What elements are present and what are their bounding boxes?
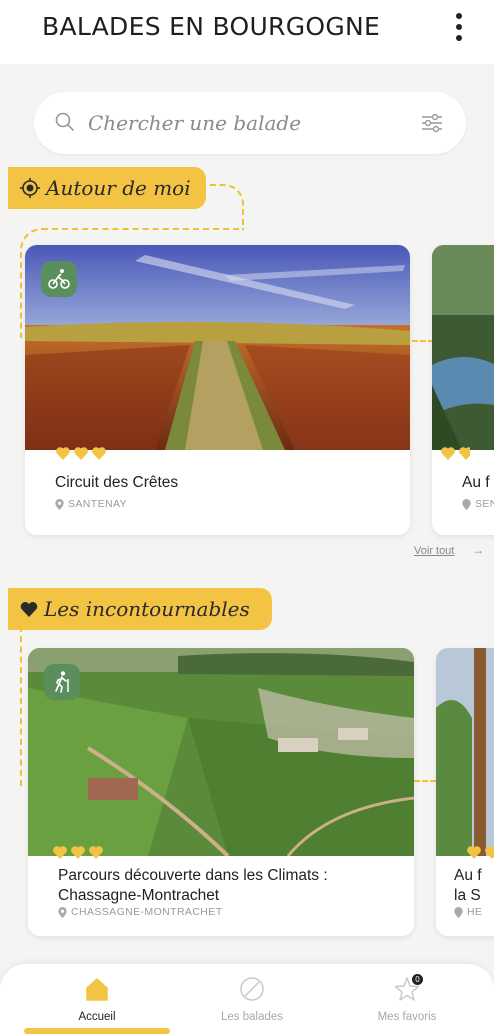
walk-location: CHASSAGNE-MONTRACHET xyxy=(58,906,223,918)
section-tag-autour-de-moi: Autour de moi xyxy=(8,167,206,209)
search-icon xyxy=(55,112,74,131)
arrow-right-icon[interactable]: → xyxy=(472,543,484,557)
walk-title: Au f la S xyxy=(454,867,482,904)
rating-hearts xyxy=(55,445,109,461)
dashed-path-decoration xyxy=(412,340,434,350)
section-title: Les incontournables xyxy=(44,597,250,621)
pin-icon xyxy=(462,498,471,510)
nav-item-favoris[interactable]: 0 Mes favoris xyxy=(337,974,477,1023)
walk-title: Au f xyxy=(462,474,490,491)
nav-label: Les balades xyxy=(220,1011,284,1023)
home-icon xyxy=(86,978,108,1001)
walk-card[interactable]: Au f la S HE xyxy=(436,648,494,936)
pin-icon xyxy=(454,906,463,918)
pin-icon xyxy=(55,498,64,510)
section-tag-incontournables: Les incontournables xyxy=(8,588,272,630)
favorites-count-badge: 0 xyxy=(412,974,423,985)
nav-item-balades[interactable]: Les balades xyxy=(182,976,322,1023)
walk-card[interactable]: Circuit des Crêtes SANTENAY xyxy=(25,245,410,535)
walk-title: Circuit des Crêtes xyxy=(55,474,179,491)
walk-photo xyxy=(28,648,414,856)
nav-label: Mes favoris xyxy=(377,1011,437,1023)
walk-location: SEN xyxy=(462,498,494,510)
active-tab-indicator xyxy=(24,1028,170,1034)
location-target-icon xyxy=(20,178,40,198)
walk-card[interactable]: Parcours découverte dans les Climats : C… xyxy=(28,648,414,936)
rating-hearts xyxy=(52,844,106,860)
search-bar[interactable] xyxy=(34,92,466,154)
nav-item-accueil[interactable]: Accueil xyxy=(27,976,167,1023)
rating-hearts xyxy=(466,844,494,860)
section-title: Autour de moi xyxy=(46,176,191,200)
nav-label: Accueil xyxy=(78,1011,116,1023)
heart-icon xyxy=(20,601,38,617)
bottom-nav: Accueil Les balades 0 Mes favoris xyxy=(0,964,494,1034)
pin-icon xyxy=(58,906,67,918)
walk-title: Parcours découverte dans les Climats : C… xyxy=(58,867,328,904)
walk-photo xyxy=(25,245,410,450)
bike-icon xyxy=(41,261,77,297)
app-header: BALADES EN BOURGOGNE xyxy=(0,0,494,64)
filter-sliders-icon[interactable] xyxy=(419,110,445,136)
compass-icon xyxy=(240,977,264,1001)
walk-photo xyxy=(432,245,494,450)
walk-photo xyxy=(436,648,494,856)
walk-location: SANTENAY xyxy=(55,498,127,510)
see-all-link[interactable]: Voir tout xyxy=(414,545,454,557)
hiker-icon xyxy=(44,664,80,700)
more-vertical-icon[interactable] xyxy=(450,8,468,48)
search-input[interactable] xyxy=(88,104,388,142)
dashed-path-decoration xyxy=(414,780,436,790)
walk-card[interactable]: Au f SEN xyxy=(432,245,494,535)
app-title: BALADES EN BOURGOGNE xyxy=(42,12,381,41)
dashed-path-decoration xyxy=(200,184,244,230)
walk-location: HE xyxy=(454,906,482,918)
rating-hearts xyxy=(440,445,470,461)
